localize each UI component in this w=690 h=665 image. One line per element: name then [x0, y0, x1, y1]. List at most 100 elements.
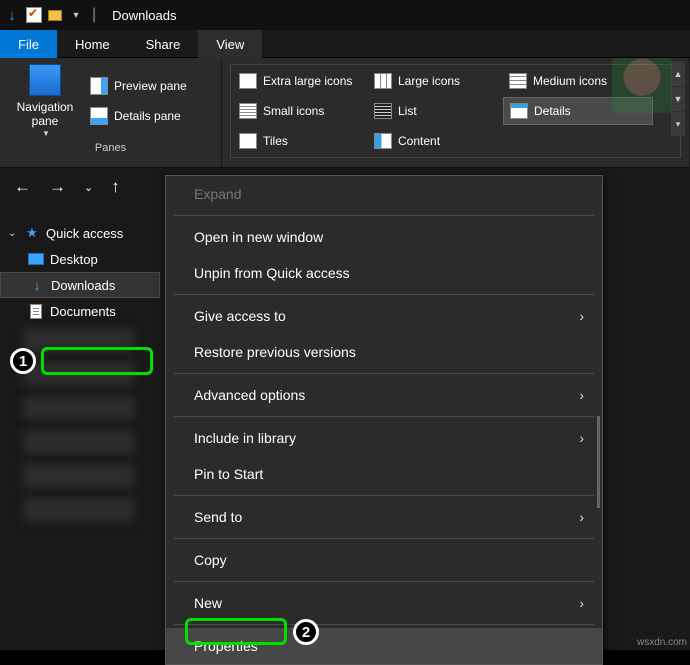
spin-more-icon[interactable]: ▾ — [671, 112, 685, 136]
tree-quick-access[interactable]: ⌄ ★ Quick access — [0, 220, 160, 246]
small-icons-icon — [239, 103, 257, 119]
menu-separator — [174, 624, 594, 625]
layout-list[interactable]: List — [368, 97, 503, 125]
menu-separator — [174, 215, 594, 216]
navigation-pane-label: Navigation pane — [10, 100, 80, 129]
layout-label: Details — [534, 104, 571, 118]
title-separator: | — [92, 6, 96, 24]
window-title: Downloads — [112, 8, 176, 23]
ctx-send-to[interactable]: Send to › — [166, 499, 602, 535]
layout-extra-large-icons[interactable]: Extra large icons — [233, 67, 368, 95]
ctx-label: Unpin from Quick access — [194, 265, 350, 281]
navigation-pane-button[interactable]: Navigation pane ▼ — [10, 62, 80, 140]
ctx-properties[interactable]: Properties — [166, 628, 602, 664]
extra-large-icons-icon — [239, 73, 257, 89]
medium-icons-icon — [509, 73, 527, 89]
layout-label: Large icons — [398, 74, 460, 88]
chevron-right-icon: › — [579, 308, 584, 324]
content-icon — [374, 133, 392, 149]
annotation-badge-1: 1 — [10, 348, 36, 374]
spin-up-icon[interactable]: ▲ — [671, 62, 685, 86]
menu-separator — [174, 538, 594, 539]
tree-desktop[interactable]: Desktop — [0, 246, 160, 272]
tree-documents[interactable]: Documents — [0, 298, 160, 324]
app-icon: ↓ — [4, 7, 20, 23]
tree-label: Downloads — [51, 278, 115, 293]
layout-label: Tiles — [263, 134, 288, 148]
chevron-down-icon[interactable]: ⌄ — [8, 228, 18, 239]
spin-down-icon[interactable]: ▼ — [671, 87, 685, 111]
ctx-label: Include in library — [194, 430, 296, 446]
chevron-right-icon: › — [579, 430, 584, 446]
title-bar: ↓ ▾ | Downloads — [0, 0, 690, 30]
ctx-give-access-to[interactable]: Give access to › — [166, 298, 602, 334]
download-icon: ↓ — [29, 278, 45, 292]
tree-item-blurred — [24, 396, 134, 420]
ctx-label: Send to — [194, 509, 242, 525]
ctx-label: New — [194, 595, 222, 611]
tree-label: Documents — [50, 304, 116, 319]
up-button[interactable]: ↑ — [111, 177, 120, 197]
preview-pane-icon — [90, 77, 108, 95]
chevron-right-icon: › — [579, 595, 584, 611]
tab-file[interactable]: File — [0, 30, 57, 58]
tree-label: Quick access — [46, 226, 123, 241]
chevron-right-icon: › — [579, 509, 584, 525]
layout-large-icons[interactable]: Large icons — [368, 67, 503, 95]
ctx-new[interactable]: New › — [166, 585, 602, 621]
ctx-label: Give access to — [194, 308, 286, 324]
preview-pane-button[interactable]: Preview pane — [86, 73, 191, 99]
tab-view[interactable]: View — [198, 30, 262, 58]
ctx-advanced-options[interactable]: Advanced options› — [166, 377, 602, 413]
chevron-down-icon: ▼ — [42, 129, 50, 139]
details-pane-label: Details pane — [114, 109, 181, 123]
qat-folder-icon[interactable] — [48, 10, 62, 21]
ctx-label: Pin to Start — [194, 466, 263, 482]
layout-small-icons[interactable]: Small icons — [233, 97, 368, 125]
layout-label: Medium icons — [533, 74, 607, 88]
navigation-pane-icon — [29, 64, 61, 96]
ctx-label: Advanced options — [194, 387, 305, 403]
preview-pane-label: Preview pane — [114, 79, 187, 93]
ctx-label: Expand — [194, 186, 241, 202]
list-icon — [374, 103, 392, 119]
menu-separator — [174, 581, 594, 582]
tree-downloads[interactable]: ↓ Downloads — [0, 272, 160, 298]
tab-home[interactable]: Home — [57, 30, 128, 58]
details-pane-button[interactable]: Details pane — [86, 103, 191, 129]
layout-spinner[interactable]: ▲ ▼ ▾ — [671, 62, 685, 136]
annotation-badge-2: 2 — [293, 619, 319, 645]
ctx-open-new-window[interactable]: Open in new window — [166, 219, 602, 255]
qat-overflow-icon[interactable]: ▾ — [68, 7, 84, 23]
ribbon-group-label-panes: Panes — [10, 142, 211, 154]
ribbon-group-layout: Extra large icons Large icons Medium ico… — [222, 58, 690, 167]
qat-checkbox-icon[interactable] — [26, 7, 42, 23]
ctx-label: Copy — [194, 552, 227, 568]
tiles-icon — [239, 133, 257, 149]
document-icon — [28, 304, 44, 318]
layout-medium-icons[interactable]: Medium icons — [503, 67, 653, 95]
back-button[interactable]: ← — [14, 177, 31, 197]
ctx-copy[interactable]: Copy — [166, 542, 602, 578]
tree-item-blurred — [24, 362, 134, 386]
details-pane-icon — [90, 107, 108, 125]
menu-separator — [174, 294, 594, 295]
details-icon — [510, 103, 528, 119]
context-menu-scrollbar[interactable] — [597, 416, 600, 508]
layout-content[interactable]: Content — [368, 127, 503, 155]
ctx-pin-to-start[interactable]: Pin to Start — [166, 456, 602, 492]
forward-button[interactable]: → — [49, 177, 66, 197]
tab-share[interactable]: Share — [128, 30, 199, 58]
tree-label: Desktop — [50, 252, 98, 267]
desktop-icon — [28, 252, 44, 266]
menu-separator — [174, 373, 594, 374]
ctx-unpin-quick-access[interactable]: Unpin from Quick access — [166, 255, 602, 291]
recent-locations-button[interactable]: ⌄ — [84, 181, 93, 194]
ribbon: Navigation pane ▼ Preview pane Details p… — [0, 58, 690, 168]
layout-tiles[interactable]: Tiles — [233, 127, 368, 155]
ctx-restore-versions[interactable]: Restore previous versions — [166, 334, 602, 370]
ribbon-tabs: File Home Share View — [0, 30, 690, 58]
ctx-include-in-library[interactable]: Include in library › — [166, 420, 602, 456]
layout-label: Extra large icons — [263, 74, 352, 88]
layout-details[interactable]: Details — [503, 97, 653, 125]
